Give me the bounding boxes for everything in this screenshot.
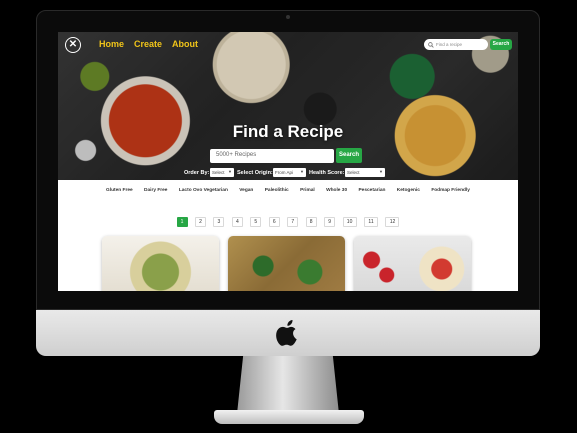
page-button-11[interactable]: 11 xyxy=(364,217,379,227)
recipe-search-button[interactable]: Search xyxy=(336,148,362,163)
page-title: Find a Recipe xyxy=(232,122,344,141)
page-button-3[interactable]: 3 xyxy=(213,217,225,227)
diet-tag[interactable]: Whole 30 xyxy=(326,188,347,193)
chevron-down-icon: ▼ xyxy=(300,169,304,174)
health-score-select[interactable]: Select ▼ xyxy=(345,168,385,177)
search-icon xyxy=(428,42,434,48)
diet-tag[interactable]: Paleolithic xyxy=(265,188,289,193)
page-button-5[interactable]: 5 xyxy=(250,217,262,227)
browser-screen: ✕ Home Create About Find a recipe Search… xyxy=(58,32,518,291)
recipe-search-input[interactable]: 5000+ Recipes xyxy=(210,149,334,163)
recipe-card[interactable] xyxy=(102,236,219,291)
order-by-select[interactable]: Select ▼ xyxy=(210,168,234,177)
page-button-12[interactable]: 12 xyxy=(385,217,400,227)
health-score-label: Health Score: xyxy=(309,170,345,176)
page-button-7[interactable]: 7 xyxy=(287,217,299,227)
pagination: 1 2 3 4 5 6 7 8 9 10 11 12 xyxy=(58,210,518,228)
diet-tag[interactable]: Gluten Free xyxy=(106,188,133,193)
diet-tag[interactable]: Lacto Ovo Vegetarian xyxy=(179,188,228,193)
page-button-4[interactable]: 4 xyxy=(231,217,243,227)
apple-logo-icon xyxy=(276,320,297,346)
page-button-2[interactable]: 2 xyxy=(194,217,206,227)
monitor-stand-base xyxy=(214,410,364,424)
page-button-1[interactable]: 1 xyxy=(176,217,188,227)
nav-link-home[interactable]: Home xyxy=(99,39,124,49)
diet-tag[interactable]: Fodmap Friendly xyxy=(431,188,470,193)
page-button-10[interactable]: 10 xyxy=(342,217,357,227)
diet-tag[interactable]: Pescetarian xyxy=(358,188,385,193)
recipe-card[interactable] xyxy=(228,236,345,291)
diet-filter-bar: Gluten Free Dairy Free Lacto Ovo Vegetar… xyxy=(58,188,518,193)
chevron-down-icon: ▼ xyxy=(228,169,232,174)
select-origin-label: Select Origin: xyxy=(237,170,273,176)
page-button-6[interactable]: 6 xyxy=(268,217,280,227)
diet-tag[interactable]: Dairy Free xyxy=(144,188,167,193)
diet-tag[interactable]: Ketogenic xyxy=(397,188,420,193)
camera-dot xyxy=(286,15,290,19)
nav-search-button[interactable]: Search xyxy=(490,39,512,50)
close-icon[interactable]: ✕ xyxy=(65,37,81,53)
nav-link-about[interactable]: About xyxy=(172,39,198,49)
page-button-9[interactable]: 9 xyxy=(324,217,336,227)
diet-tag[interactable]: Vegan xyxy=(239,188,253,193)
hero-banner: ✕ Home Create About Find a recipe Search… xyxy=(58,32,518,180)
monitor-stand xyxy=(237,356,339,414)
diet-tag[interactable]: Primal xyxy=(300,188,315,193)
nav-link-create[interactable]: Create xyxy=(134,39,162,49)
origin-select[interactable]: From Api ▼ xyxy=(273,168,306,177)
order-by-label: Order By: xyxy=(184,170,210,176)
recipe-card[interactable] xyxy=(354,236,471,291)
page-button-8[interactable]: 8 xyxy=(305,217,317,227)
chevron-down-icon: ▼ xyxy=(379,169,383,174)
